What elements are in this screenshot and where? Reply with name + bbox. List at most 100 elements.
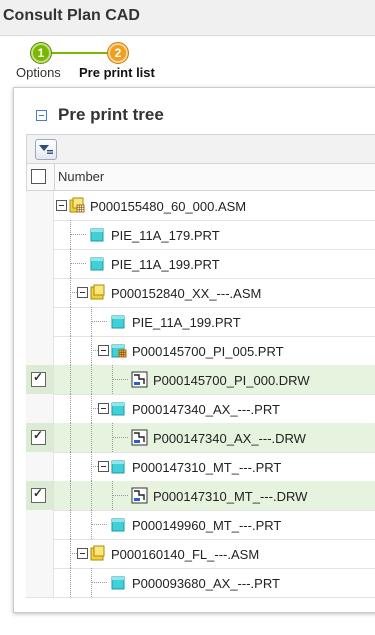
assembly-icon (68, 197, 85, 214)
tree-node-label[interactable]: P000152840_XX_---.ASM (111, 286, 261, 301)
tree-branch-line (112, 437, 128, 438)
tree-branch-line (70, 263, 86, 264)
column-menu-button[interactable] (35, 139, 57, 160)
collapse-node-icon[interactable] (56, 200, 67, 211)
tree-guide-line (70, 510, 71, 539)
tree-guide-line (70, 481, 71, 510)
row-checkbox[interactable] (31, 486, 46, 503)
tree-guide-line (70, 568, 71, 597)
tree-row[interactable]: P000147340_AX_---.PRT (26, 394, 375, 424)
row-checkbox[interactable] (31, 428, 46, 445)
tree-branch-line (70, 234, 86, 235)
tree-node-label[interactable]: P000145700_PI_005.PRT (132, 344, 284, 359)
tree-row[interactable]: P000160140_FL_---.ASM (26, 539, 375, 569)
wizard-steps: 1 2 Options Pre print list (0, 36, 375, 88)
tree-row[interactable]: PIE_11A_199.PRT (26, 307, 375, 337)
row-checkbox-cell (26, 452, 54, 481)
tree-row[interactable]: P000093680_AX_---.PRT (26, 568, 375, 598)
tree-node-label[interactable]: PIE_11A_199.PRT (111, 257, 220, 272)
select-all-checkbox[interactable] (31, 169, 46, 184)
tree-node-label[interactable]: P000147310_MT_---.DRW (153, 489, 307, 504)
collapse-node-icon[interactable] (77, 548, 88, 559)
tree-branch-line (70, 292, 77, 293)
tree-node-label[interactable]: P000149960_MT_---.PRT (132, 518, 281, 533)
tree-branch-line (112, 495, 128, 496)
tree-guide-line (91, 481, 92, 510)
part-icon (110, 516, 127, 533)
part-icon (110, 313, 127, 330)
tree-guide-line (70, 336, 71, 365)
row-checkbox-cell (26, 365, 54, 394)
tree-row[interactable]: P000145700_PI_000.DRW (26, 365, 375, 395)
assembly-icon (89, 545, 106, 562)
row-checkbox[interactable] (31, 370, 46, 387)
tree-row[interactable]: PIE_11A_179.PRT (26, 220, 375, 250)
pre-print-tree-panel: Pre print tree Number P000155480_60_000.… (13, 87, 375, 613)
row-checkbox-cell (26, 220, 54, 249)
collapse-node-icon[interactable] (98, 461, 109, 472)
tree-row[interactable]: P000147340_AX_---.DRW (26, 423, 375, 453)
tree-node-label[interactable]: P000160140_FL_---.ASM (111, 547, 259, 562)
row-checkbox-cell (26, 307, 54, 336)
collapse-node-icon[interactable] (98, 403, 109, 414)
part-icon (110, 574, 127, 591)
tree-row[interactable]: P000145700_PI_005.PRT (26, 336, 375, 366)
collapse-node-icon[interactable] (98, 345, 109, 356)
tree-node-label[interactable]: P000093680_AX_---.PRT (132, 576, 280, 591)
part-icon (110, 342, 127, 359)
tree-row[interactable]: P000149960_MT_---.PRT (26, 510, 375, 540)
app-title: Consult Plan CAD (3, 7, 140, 24)
step-1-label[interactable]: Options (16, 65, 61, 80)
tree-branch-line (91, 321, 107, 322)
row-checkbox-cell (26, 336, 54, 365)
part-icon (89, 226, 106, 243)
tree-guide-line (70, 423, 71, 452)
tree-node-label[interactable]: P000147310_MT_---.PRT (132, 460, 281, 475)
tree-node-label[interactable]: P000147340_AX_---.DRW (153, 431, 306, 446)
grid-header: Number (26, 164, 375, 191)
drawing-icon (131, 371, 148, 388)
row-checkbox-cell (26, 510, 54, 539)
row-checkbox-cell (26, 539, 54, 568)
wizard-connector (42, 52, 112, 54)
row-checkbox-cell (26, 568, 54, 597)
tree-branch-line (70, 553, 77, 554)
drawing-icon (131, 429, 148, 446)
drawing-icon (131, 487, 148, 504)
step-1-circle[interactable]: 1 (30, 42, 52, 64)
tree-node-label[interactable]: PIE_11A_199.PRT (132, 315, 241, 330)
tree-row[interactable]: P000147310_MT_---.PRT (26, 452, 375, 482)
tree-guide-line (91, 365, 92, 394)
part-icon (110, 458, 127, 475)
number-column-header[interactable]: Number (58, 169, 104, 184)
assembly-icon (89, 284, 106, 301)
tree-guide-line (70, 365, 71, 394)
row-checkbox-cell (26, 394, 54, 423)
panel-title: Pre print tree (58, 105, 164, 124)
header-separator (54, 164, 55, 190)
collapse-node-icon[interactable] (77, 287, 88, 298)
step-2-label: Pre print list (79, 65, 155, 80)
collapse-icon[interactable] (36, 110, 47, 121)
title-bar: Consult Plan CAD (0, 0, 375, 36)
row-checkbox-cell (26, 481, 54, 510)
tree-branch-line (112, 379, 128, 380)
tree-guide-line (70, 307, 71, 336)
tree-branch-line (91, 466, 98, 467)
row-checkbox-cell (26, 278, 54, 307)
tree-row[interactable]: P000147310_MT_---.DRW (26, 481, 375, 511)
row-checkbox-cell (26, 191, 54, 220)
tree-row[interactable]: P000155480_60_000.ASM (26, 191, 375, 221)
tree-branch-line (91, 524, 107, 525)
tree-node-label[interactable]: P000145700_PI_000.DRW (153, 373, 310, 388)
tree-row[interactable]: PIE_11A_199.PRT (26, 249, 375, 279)
tree-node-label[interactable]: PIE_11A_179.PRT (111, 228, 220, 243)
tree-node-label[interactable]: P000147340_AX_---.PRT (132, 402, 280, 417)
tree-node-label[interactable]: P000155480_60_000.ASM (90, 199, 246, 214)
row-checkbox-cell (26, 423, 54, 452)
tree-guide-line (70, 394, 71, 423)
step-2-circle[interactable]: 2 (107, 42, 129, 64)
tree-branch-line (91, 582, 107, 583)
column-menu-icon (39, 145, 53, 154)
tree-row[interactable]: P000152840_XX_---.ASM (26, 278, 375, 308)
